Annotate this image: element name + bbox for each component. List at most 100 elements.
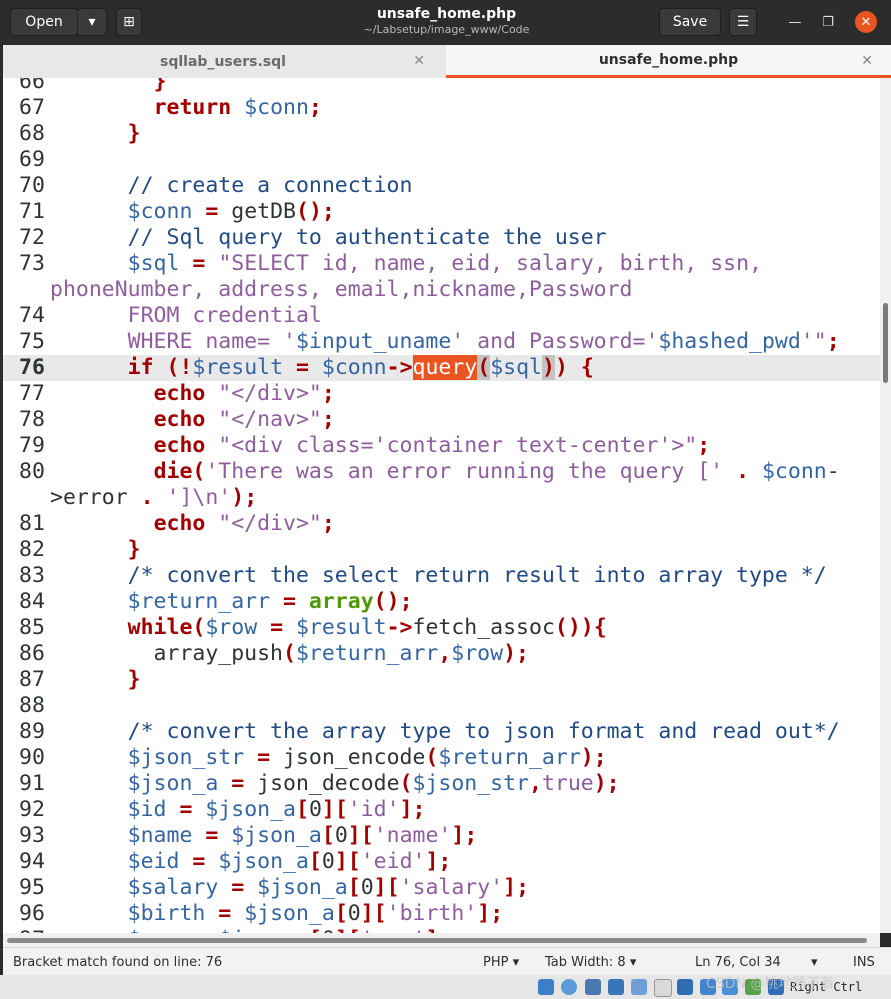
code-text: $json_a = json_decode($json_str,true);	[127, 771, 620, 796]
code-editor[interactable]: 66 } 67 return $conn; 68 } 69 70 // create a…	[3, 78, 880, 933]
code-line[interactable]: 86 array_push($return_arr,$row);	[3, 641, 880, 667]
code-text: >error . ']\n');	[50, 485, 258, 510]
tab-label: sqllab_users.sql	[160, 53, 286, 70]
code-text: $sql = "SELECT id, name, eid, salary, bi…	[127, 251, 762, 276]
network-icon	[608, 979, 624, 995]
language-selector[interactable]: PHP ▾	[483, 955, 519, 970]
cursor-position[interactable]: Ln 76, Col 34	[695, 955, 781, 970]
tab-width-selector[interactable]: Tab Width: 8 ▾	[545, 955, 636, 970]
code-text: while($row = $result->fetch_assoc()){	[127, 615, 607, 640]
shared-folder-icon	[654, 979, 672, 997]
close-icon: ✕	[860, 14, 872, 30]
code-line[interactable]: 92 $id = $json_a[0]['id'];	[3, 797, 880, 823]
window-title: unsafe_home.php ~/Labsetup/image_www/Cod…	[300, 6, 593, 36]
code-text: WHERE name= '$input_uname' and Password=…	[127, 329, 840, 354]
audio-icon	[585, 979, 601, 995]
code-text: // create a connection	[127, 173, 413, 198]
code-text: }	[127, 121, 141, 146]
save-button[interactable]: Save	[659, 8, 721, 36]
code-line[interactable]: 69	[3, 147, 880, 173]
code-line[interactable]: 85 while($row = $result->fetch_assoc()){	[3, 615, 880, 641]
line-number: 69	[19, 147, 45, 172]
code-text: echo "</nav>";	[153, 407, 335, 432]
code-line[interactable]: 82 }	[3, 537, 880, 563]
line-number: 88	[19, 693, 45, 718]
code-line[interactable]: 72 // Sql query to authenticate the user	[3, 225, 880, 251]
optical-drive-icon	[561, 979, 577, 995]
code-text: die('There was an error running the quer…	[153, 459, 840, 484]
code-line[interactable]: 94 $eid = $json_a[0]['eid'];	[3, 849, 880, 875]
code-line[interactable]: 91 $json_a = json_decode($json_str,true)…	[3, 771, 880, 797]
close-window-button[interactable]: ✕	[855, 11, 877, 33]
open-menu-arrow-button[interactable]: ▾	[77, 8, 107, 36]
insert-mode: INS	[853, 955, 875, 970]
code-line[interactable]: 67 return $conn;	[3, 95, 880, 121]
horizontal-scrollbar-thumb[interactable]	[7, 938, 867, 943]
code-line[interactable]: phoneNumber, address, email,nickname,Pas…	[3, 277, 880, 303]
tab-bar: sqllab_users.sql ✕ unsafe_home.php ✕	[3, 45, 891, 79]
code-line[interactable]: 66 }	[3, 78, 880, 95]
code-text: array_push($return_arr,$row);	[50, 641, 529, 666]
tab-close-icon[interactable]: ✕	[413, 53, 425, 69]
code-text: }	[153, 78, 167, 94]
code-line[interactable]: 74 FROM credential	[3, 303, 880, 329]
code-line[interactable]: 96 $birth = $json_a[0]['birth'];	[3, 901, 880, 927]
code-line[interactable]: >error . ']\n');	[3, 485, 880, 511]
code-line[interactable]: 93 $name = $json_a[0]['name'];	[3, 823, 880, 849]
code-line[interactable]: 80 die('There was an error running the q…	[3, 459, 880, 485]
tab-unsafe-home[interactable]: unsafe_home.php ✕	[446, 45, 891, 78]
code-line[interactable]: 79 echo "<div class='container text-cent…	[3, 433, 880, 459]
code-line[interactable]: 88	[3, 693, 880, 719]
code-text: phoneNumber, address, email,nickname,Pas…	[50, 277, 633, 302]
code-line[interactable]: 90 $json_str = json_encode($return_arr);	[3, 745, 880, 771]
code-text: $birth = $json_a[0]['birth'];	[127, 901, 504, 926]
header-bar: Open ▾ ⊞ unsafe_home.php ~/Labsetup/imag…	[0, 0, 891, 45]
code-text: echo "</div>";	[153, 511, 335, 536]
code-line[interactable]: 78 echo "</nav>";	[3, 407, 880, 433]
code-line[interactable]: 71 $conn = getDB();	[3, 199, 880, 225]
code-line[interactable]: 87 }	[3, 667, 880, 693]
code-text: $return_arr = array();	[127, 589, 413, 614]
maximize-button[interactable]: ❐	[817, 11, 839, 33]
status-bar: Bracket match found on line: 76 PHP ▾ Ta…	[3, 947, 891, 976]
code-line[interactable]: 68 }	[3, 121, 880, 147]
code-line[interactable]: 84 $return_arr = array();	[3, 589, 880, 615]
usb-icon	[631, 979, 647, 995]
code-line[interactable]: 70 // create a connection	[3, 173, 880, 199]
code-text: FROM credential	[127, 303, 322, 328]
tab-close-icon[interactable]: ✕	[861, 53, 873, 69]
new-tab-button[interactable]: ⊞	[116, 8, 142, 36]
code-text: $eid = $json_a[0]['eid'];	[127, 849, 452, 874]
open-button[interactable]: Open	[10, 8, 78, 36]
minimize-icon: —	[788, 14, 802, 30]
code-text: /* convert the array type to json format…	[127, 719, 840, 744]
vertical-scrollbar-thumb[interactable]	[883, 303, 888, 383]
code-line[interactable]: 73 $sql = "SELECT id, name, eid, salary,…	[3, 251, 880, 277]
code-text: echo "<div class='container text-center'…	[153, 433, 711, 458]
tab-sqllab-users[interactable]: sqllab_users.sql ✕	[3, 45, 443, 78]
code-text: echo "</div>";	[153, 381, 335, 406]
minimize-button[interactable]: —	[784, 11, 806, 33]
hamburger-menu-button[interactable]: ☰	[729, 8, 757, 36]
code-text: }	[127, 667, 141, 692]
code-text: $id = $json_a[0]['id'];	[127, 797, 426, 822]
code-line[interactable]: 83 /* convert the select return result i…	[3, 563, 880, 589]
code-line[interactable]: 89 /* convert the array type to json for…	[3, 719, 880, 745]
status-message: Bracket match found on line: 76	[13, 955, 223, 970]
code-line[interactable]: 77 echo "</div>";	[3, 381, 880, 407]
menu-icon: ☰	[736, 14, 750, 30]
code-text: $json_str = json_encode($return_arr);	[127, 745, 607, 770]
position-dropdown-icon[interactable]: ▾	[811, 955, 818, 970]
horizontal-scrollbar[interactable]	[3, 933, 880, 947]
code-line[interactable]: 75 WHERE name= '$input_uname' and Passwo…	[3, 329, 880, 355]
vertical-scrollbar[interactable]	[880, 78, 891, 933]
code-line[interactable]: 81 echo "</div>";	[3, 511, 880, 537]
document-path: ~/Labsetup/image_www/Code	[363, 23, 530, 36]
code-line[interactable]: 76 if (!$result = $conn->query($sql)) {	[3, 355, 880, 381]
tab-label: unsafe_home.php	[598, 52, 739, 68]
code-text: $conn = getDB();	[127, 199, 335, 224]
code-line[interactable]: 95 $salary = $json_a[0]['salary'];	[3, 875, 880, 901]
watermark: CSDN @桃地睡不着	[706, 976, 835, 992]
document-title: unsafe_home.php	[376, 6, 517, 22]
code-text: }	[127, 537, 141, 562]
